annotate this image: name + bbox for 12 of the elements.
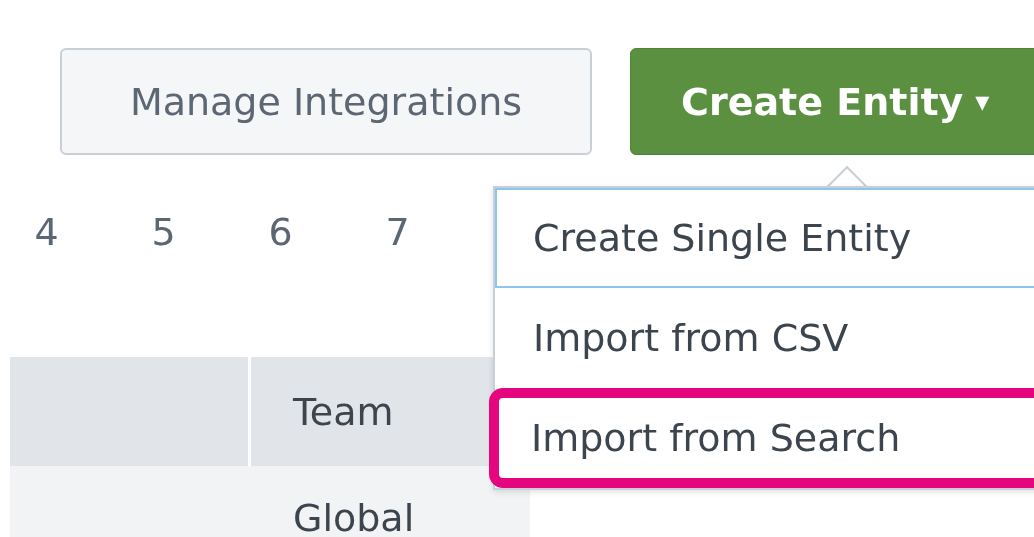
create-entity-button[interactable]: Create Entity ▾ [630, 48, 1034, 155]
page-link[interactable]: 7 [379, 210, 416, 254]
menu-item[interactable]: Import from CSV [495, 288, 1034, 388]
page-link[interactable]: 5 [145, 210, 182, 254]
caret-icon: ▾ [975, 85, 990, 118]
column-header: Team [292, 388, 394, 436]
menu-item[interactable]: Create Single Entity [495, 188, 1034, 288]
table-cell-text: Global [292, 495, 415, 537]
page-link[interactable]: 6 [262, 210, 299, 254]
menu-item[interactable]: Import from Search [489, 388, 1034, 488]
page-link[interactable]: 4 [28, 210, 65, 254]
manage-integrations-button[interactable]: Manage Integrations [60, 48, 592, 155]
